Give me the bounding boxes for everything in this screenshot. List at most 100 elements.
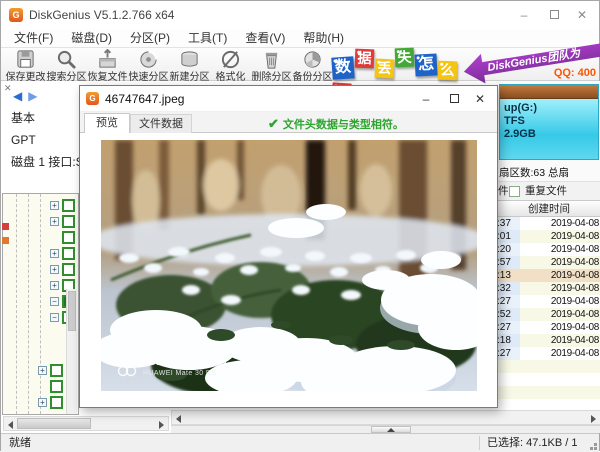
- empty-row: [496, 373, 600, 386]
- tree-expander-icon[interactable]: +: [38, 397, 47, 407]
- tree-horizontal-scrollbar[interactable]: [3, 416, 169, 431]
- app-icon: G: [9, 8, 23, 22]
- tree-checkbox[interactable]: [62, 246, 75, 260]
- tree-checkbox[interactable]: [62, 230, 75, 244]
- tree-checkbox[interactable]: [50, 395, 63, 409]
- menu-item[interactable]: 查看(V): [236, 29, 294, 48]
- file-date-cell: 2019-04-08: [550, 218, 599, 229]
- dialog-titlebar[interactable]: G 46747647.jpeg – ✕: [80, 86, 497, 112]
- scrollbar-thumb[interactable]: [17, 418, 91, 429]
- file-row[interactable]: :01 2019-04-08: [496, 230, 600, 243]
- save-icon: [17, 50, 34, 68]
- partition-filesystem: TFS: [504, 115, 525, 127]
- file-date-cell: 2019-04-08: [550, 348, 599, 359]
- file-row[interactable]: :20 2019-04-08: [496, 243, 600, 256]
- tree-expander-icon[interactable]: +: [50, 216, 59, 226]
- toolbar-recover-files-button[interactable]: 恢复文件: [87, 49, 128, 83]
- file-date-cell: 2019-04-08: [550, 231, 599, 242]
- tree-expander-icon[interactable]: +: [50, 248, 59, 258]
- partition-box-backup-g[interactable]: up(G:) TFS 2.9GB: [499, 84, 599, 160]
- photo-watermark-brand: PORSCHE DESIGN: [143, 357, 227, 367]
- file-time-cell: :18: [496, 334, 520, 347]
- file-row[interactable]: :27 2019-04-08: [496, 347, 600, 360]
- tree-checkbox[interactable]: [50, 379, 63, 393]
- scroll-left-arrow[interactable]: [8, 421, 13, 429]
- file-time-cell: :27: [496, 321, 520, 334]
- tree-checkbox[interactable]: [50, 363, 63, 377]
- close-button[interactable]: ✕: [567, 5, 597, 25]
- scroll-right-arrow[interactable]: [159, 421, 164, 429]
- toolbar-new-partition-button[interactable]: 新建分区: [169, 49, 210, 83]
- search-icon: [57, 50, 76, 69]
- filter-prefix-text: 件: [498, 185, 509, 197]
- tree-node: +: [25, 362, 63, 378]
- dock-pin-icon[interactable]: [2, 237, 9, 244]
- file-row[interactable]: :27 2019-04-08: [496, 321, 600, 334]
- format-icon: [221, 50, 240, 69]
- file-row[interactable]: :52 2019-04-08: [496, 308, 600, 321]
- file-row[interactable]: :57 2019-04-08: [496, 256, 600, 269]
- dialog-minimize-button[interactable]: –: [413, 89, 439, 109]
- toolbar-quick-partition-button[interactable]: 快速分区: [128, 49, 169, 83]
- sidebar-item[interactable]: 磁盘 1 接口:S: [1, 151, 79, 173]
- tab-file-data[interactable]: 文件数据: [130, 114, 192, 133]
- menu-item[interactable]: 磁盘(D): [62, 29, 121, 48]
- sidebar-close-icon[interactable]: ✕: [4, 83, 12, 94]
- menu-item[interactable]: 分区(P): [121, 29, 179, 48]
- tree-expander-icon[interactable]: +: [50, 280, 59, 290]
- menu-item[interactable]: 文件(F): [5, 29, 62, 48]
- toolbar-save-changes-button[interactable]: 保存更改: [5, 49, 46, 83]
- file-row[interactable]: :27 2019-04-08: [496, 295, 600, 308]
- toolbar-format-button[interactable]: 格式化: [210, 49, 251, 83]
- tree-checkbox[interactable]: [62, 198, 75, 212]
- file-date-cell: 2019-04-08: [550, 296, 599, 307]
- tree-expander-icon[interactable]: −: [50, 312, 59, 322]
- dialog-tab-strip: 预览 文件数据 ✔ 文件头数据与类型相符。: [80, 112, 497, 133]
- toolbar-backup-partition-button[interactable]: 备份分区: [292, 49, 333, 83]
- minimize-button[interactable]: –: [509, 5, 539, 25]
- file-row[interactable]: :18 2019-04-08: [496, 334, 600, 347]
- toolbar-search-partition-button[interactable]: 搜索分区: [46, 49, 87, 83]
- scroll-right-arrow[interactable]: [591, 415, 596, 423]
- toolbar-button-label: 备份分区: [292, 72, 333, 83]
- column-header-created-time[interactable]: 创建时间: [496, 200, 600, 217]
- dialog-maximize-icon: [449, 94, 459, 103]
- duplicate-files-checkbox[interactable]: [509, 186, 520, 197]
- sidebar-item[interactable]: 基本: [1, 107, 79, 129]
- ad-tile: 怎: [414, 53, 438, 77]
- scrollbar-thumb[interactable]: [68, 291, 76, 331]
- dialog-close-button[interactable]: ✕: [467, 89, 493, 109]
- resize-grip[interactable]: [594, 447, 597, 450]
- nav-forward-icon[interactable]: ▶: [28, 89, 37, 103]
- file-row[interactable]: :32 2019-04-08: [496, 282, 600, 295]
- file-row[interactable]: :37 2019-04-08: [496, 217, 600, 230]
- menu-item[interactable]: 工具(T): [179, 29, 236, 48]
- panel-collapse-button[interactable]: [371, 426, 411, 433]
- tab-preview[interactable]: 预览: [84, 113, 130, 133]
- maximize-button[interactable]: [539, 5, 569, 25]
- menu-item[interactable]: 帮助(H): [294, 29, 353, 48]
- sidebar-item[interactable]: GPT: [1, 129, 79, 151]
- ad-tile: 么: [437, 60, 458, 81]
- ad-banner-data-loss[interactable]: 数据丢失怎么办!: [331, 47, 468, 108]
- dialog-content: PORSCHE DESIGN HUAWEI Mate 30 RS: [80, 133, 497, 407]
- new-partition-icon: [181, 51, 198, 67]
- list-horizontal-scrollbar[interactable]: [171, 410, 600, 425]
- tree-expander-icon[interactable]: −: [50, 296, 59, 306]
- status-text: 文件头数据与类型相符。: [282, 119, 404, 131]
- toolbar-delete-partition-button[interactable]: 删除分区: [251, 49, 292, 83]
- file-row[interactable]: :13 2019-04-08: [496, 269, 600, 282]
- tree-checkbox[interactable]: [62, 214, 75, 228]
- dialog-maximize-button[interactable]: [441, 89, 467, 109]
- tree-checkbox[interactable]: [62, 262, 75, 276]
- tree-vertical-scrollbar[interactable]: [66, 289, 77, 414]
- tree-expander-icon[interactable]: +: [50, 264, 59, 274]
- dock-pin-icon[interactable]: [2, 223, 9, 230]
- tree-expander-icon[interactable]: +: [38, 365, 47, 375]
- tree-expander-icon[interactable]: +: [50, 200, 59, 210]
- menu-bar: 文件(F) 磁盘(D) 分区(P) 工具(T) 查看(V) 帮助(H): [1, 29, 599, 48]
- main-titlebar: G DiskGenius V5.1.2.766 x64 – ✕: [1, 1, 599, 29]
- nav-back-icon[interactable]: ◀: [13, 89, 22, 103]
- scroll-left-arrow[interactable]: [176, 415, 181, 423]
- file-date-cell: 2019-04-08: [550, 309, 599, 320]
